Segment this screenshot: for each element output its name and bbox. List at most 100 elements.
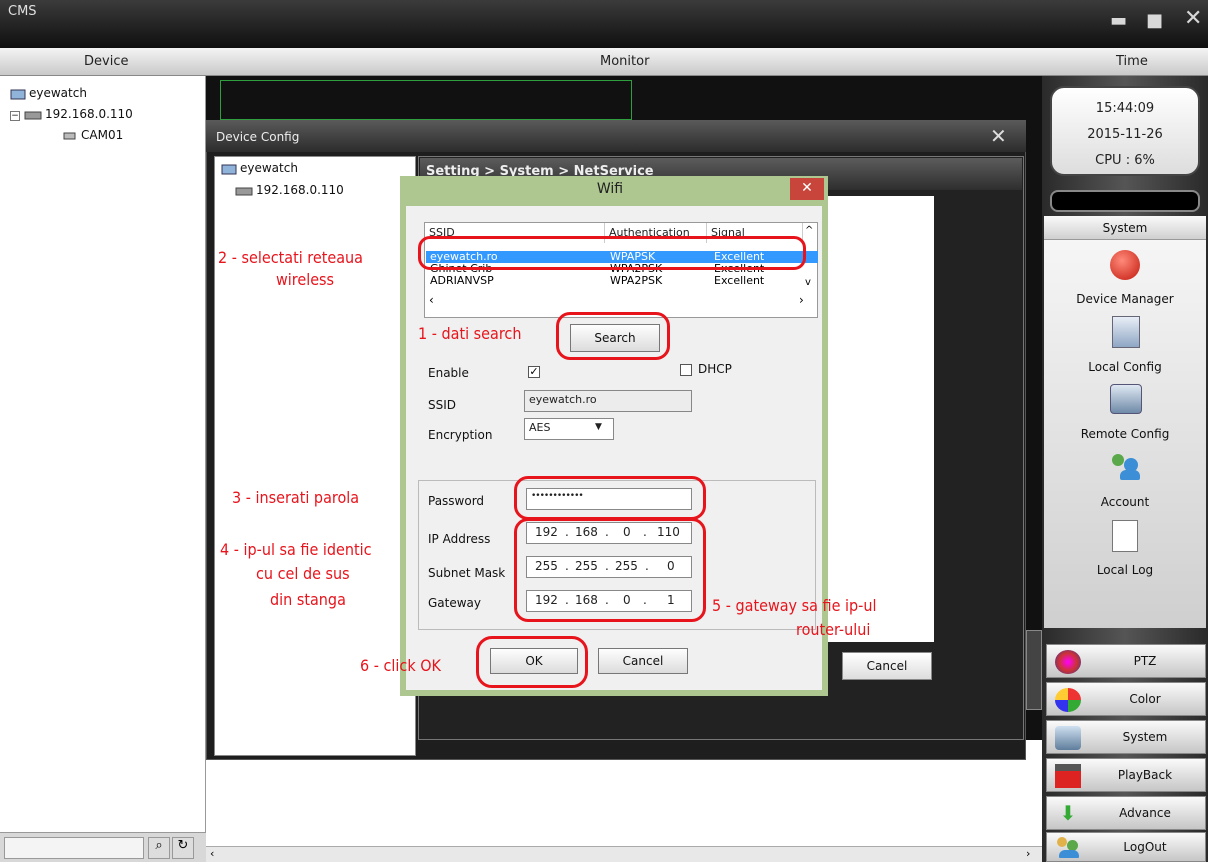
device-config-titlebar: Device Config ✕ [206, 120, 1026, 152]
scroll-left-icon[interactable]: ‹ [210, 847, 214, 860]
system-menu: System Device Manager Local Config Remot… [1044, 216, 1206, 628]
menu-device-manager[interactable]: Device Manager [1044, 292, 1206, 306]
annotation-step-4-line2: cu cel de sus [256, 564, 350, 583]
dhcp-label: DHCP [698, 362, 732, 376]
cpu-usage: CPU : 6% [1095, 153, 1155, 168]
config-tree-root[interactable]: eyewatch [221, 161, 298, 176]
annotation-step-6: 6 - click OK [360, 656, 441, 675]
time-header: Time [1116, 54, 1148, 69]
window-title: CMS [8, 4, 37, 19]
annotation-step-1: 1 - dati search [418, 324, 522, 343]
ssid-label: SSID [428, 398, 457, 412]
annotation-step-4-line3: din stanga [270, 590, 346, 609]
users-icon [1055, 836, 1081, 860]
collapse-icon[interactable]: − [10, 111, 20, 121]
dvr-icon [24, 111, 42, 119]
gateway-label: Gateway [428, 596, 482, 610]
list-scroll-up-icon[interactable]: ^ [805, 225, 813, 236]
config-tree-device[interactable]: 192.168.0.110 [235, 183, 344, 197]
clock-date: 2015-11-26 [1087, 127, 1163, 142]
annotation-step-2-line2: wireless [276, 270, 335, 289]
chevron-down-icon: ▼ [595, 422, 602, 432]
menu-remote-config[interactable]: Remote Config [1044, 427, 1206, 441]
status-bar [1050, 190, 1200, 212]
clock-display: 15:44:09 2015-11-26 CPU : 6% [1050, 86, 1200, 176]
menu-local-log[interactable]: Local Log [1044, 563, 1206, 577]
column-header-bar: Device Monitor Time [0, 48, 1208, 76]
logout-button[interactable]: LogOut [1046, 832, 1206, 862]
playback-button[interactable]: PlayBack [1046, 758, 1206, 792]
annotation-ring-search [556, 312, 670, 360]
list-scroll-left-icon[interactable]: ‹ [429, 293, 434, 307]
device-manager-icon[interactable] [1110, 250, 1140, 280]
tree-root[interactable]: eyewatch [10, 86, 87, 101]
minimize-icon[interactable]: ▬ [1110, 10, 1127, 31]
enable-label: Enable [428, 366, 469, 380]
netservice-panel [822, 196, 934, 642]
system-menu-title: System [1044, 216, 1206, 240]
device-config-close-icon[interactable]: ✕ [990, 124, 1007, 148]
menu-local-config[interactable]: Local Config [1044, 360, 1206, 374]
password-label: Password [428, 494, 485, 508]
dvr-icon [235, 187, 253, 195]
ip-address-label: IP Address [428, 532, 491, 546]
tree-camera[interactable]: CAM01 [62, 128, 123, 142]
advance-button[interactable]: ⬇ Advance [1046, 796, 1206, 830]
annotation-step-3: 3 - inserati parola [232, 488, 360, 507]
annotation-ring-ok [476, 636, 588, 688]
video-window[interactable] [220, 80, 632, 120]
network-icon [10, 89, 26, 99]
system-icon [1055, 726, 1081, 750]
enable-checkbox[interactable]: ✓ [528, 366, 540, 378]
color-button[interactable]: Color [1046, 682, 1206, 716]
list-scroll-down-icon[interactable]: v [805, 277, 811, 288]
device-header: Device [84, 54, 129, 69]
vertical-scrollbar[interactable] [1026, 630, 1042, 710]
annotation-ring-ip [514, 518, 706, 622]
account-icon[interactable] [1110, 452, 1140, 482]
annotation-step-2-line1: 2 - selectati reteaua [218, 248, 363, 267]
down-arrow-icon: ⬇ [1059, 801, 1077, 825]
annotation-step-5-line1: 5 - gateway sa fie ip-ul [712, 596, 877, 615]
wifi-title: Wifi [596, 181, 624, 197]
remote-config-icon[interactable] [1110, 384, 1142, 414]
annotation-step-4-line1: 4 - ip-ul sa fie identic [220, 540, 372, 559]
color-icon [1055, 688, 1081, 712]
cancel-button[interactable]: Cancel [598, 648, 688, 674]
annotation-step-5-line2: router-ului [796, 620, 871, 639]
ssid-field[interactable]: eyewatch.ro [524, 390, 692, 412]
encryption-label: Encryption [428, 428, 493, 442]
device-tree-panel [0, 76, 206, 862]
local-log-icon[interactable] [1112, 520, 1138, 552]
device-config-cancel-button[interactable]: Cancel [842, 652, 932, 680]
camera-icon [63, 132, 76, 139]
system-button[interactable]: System [1046, 720, 1206, 754]
wifi-close-icon[interactable]: ✕ [790, 178, 824, 200]
device-search-input[interactable] [4, 837, 144, 859]
clock-time: 15:44:09 [1095, 101, 1155, 116]
encryption-select[interactable]: AES ▼ [524, 418, 614, 440]
tree-device[interactable]: −192.168.0.110 [10, 107, 133, 121]
dhcp-checkbox[interactable] [680, 364, 692, 376]
maximize-icon[interactable]: ■ [1146, 10, 1163, 31]
network-icon [221, 164, 237, 174]
left-footer: ⌕ ↻ [0, 832, 206, 862]
device-config-title: Device Config [216, 130, 300, 144]
annotation-ring-password [514, 476, 706, 520]
network-row[interactable]: ADRIANVSP WPA2PSK Excellent [426, 275, 818, 287]
refresh-icon[interactable]: ↻ [172, 837, 194, 859]
ptz-icon [1055, 650, 1081, 674]
title-bar: CMS ▬ ■ ✕ [0, 0, 1208, 48]
menu-account[interactable]: Account [1044, 495, 1206, 509]
local-config-icon[interactable] [1112, 316, 1140, 348]
horizontal-scrollbar[interactable]: ‹ › [206, 846, 1042, 862]
scroll-right-icon[interactable]: › [1026, 847, 1030, 860]
playback-icon [1055, 764, 1081, 788]
subnet-mask-label: Subnet Mask [428, 566, 506, 580]
ptz-button[interactable]: PTZ [1046, 644, 1206, 678]
monitor-header: Monitor [600, 54, 650, 69]
annotation-ring-network [418, 236, 806, 270]
list-scroll-right-icon[interactable]: › [799, 293, 804, 307]
search-icon[interactable]: ⌕ [148, 837, 170, 859]
close-icon[interactable]: ✕ [1184, 6, 1202, 31]
